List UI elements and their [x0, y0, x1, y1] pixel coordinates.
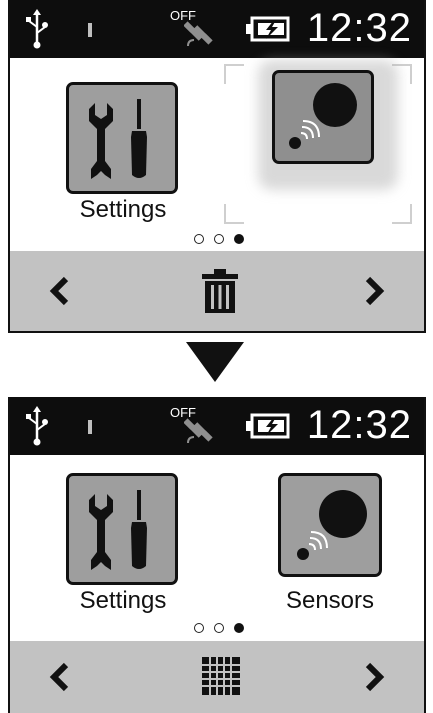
- usb-icon: [26, 9, 48, 49]
- sensors-icon: [289, 83, 357, 149]
- settings-app-label: Settings: [79, 196, 167, 223]
- signal-indicator: [88, 420, 92, 434]
- clock: 12:32: [306, 6, 412, 50]
- battery-charging-icon: [246, 16, 290, 42]
- sensors-app-label: Sensors: [285, 587, 375, 614]
- status-bar: OFF 12:32: [10, 397, 424, 455]
- settings-app-icon[interactable]: [66, 473, 178, 585]
- settings-app-icon[interactable]: [66, 82, 178, 194]
- nav-bar: [10, 251, 424, 331]
- sensors-app-icon[interactable]: [278, 473, 382, 577]
- settings-app-label: Settings: [79, 587, 167, 614]
- settings-icon: [89, 490, 147, 570]
- page-dot[interactable]: [194, 234, 204, 244]
- sensors-icon: [297, 490, 367, 560]
- page-dot[interactable]: [214, 234, 224, 244]
- page-dot-active[interactable]: [234, 234, 244, 244]
- gps-status: OFF: [170, 8, 216, 48]
- screen-after: OFF 12:32 Settings Sensors: [8, 397, 426, 713]
- satellite-icon: [184, 418, 213, 444]
- page-dot[interactable]: [194, 623, 204, 633]
- page-indicator: [186, 621, 256, 635]
- trash-icon[interactable]: [200, 267, 240, 315]
- chevron-right-icon[interactable]: [362, 273, 386, 309]
- sensors-app-icon-dragging[interactable]: [272, 70, 374, 164]
- signal-indicator: [88, 23, 92, 37]
- chevron-left-icon[interactable]: [48, 659, 72, 695]
- arrow-down-icon: [186, 342, 244, 382]
- clock: 12:32: [306, 403, 412, 447]
- page-indicator: [186, 232, 256, 246]
- usb-icon: [26, 406, 48, 446]
- satellite-icon: [184, 21, 213, 47]
- screen-before: OFF 12:32 Settings: [8, 0, 426, 333]
- chevron-right-icon[interactable]: [362, 659, 386, 695]
- page-dot[interactable]: [214, 623, 224, 633]
- grid-icon[interactable]: [202, 657, 240, 695]
- status-bar: OFF 12:32: [10, 0, 424, 58]
- nav-bar: [10, 641, 424, 713]
- chevron-left-icon[interactable]: [48, 273, 72, 309]
- page-dot-active[interactable]: [234, 623, 244, 633]
- gps-status: OFF: [170, 405, 216, 445]
- battery-charging-icon: [246, 413, 290, 439]
- settings-icon: [89, 99, 147, 179]
